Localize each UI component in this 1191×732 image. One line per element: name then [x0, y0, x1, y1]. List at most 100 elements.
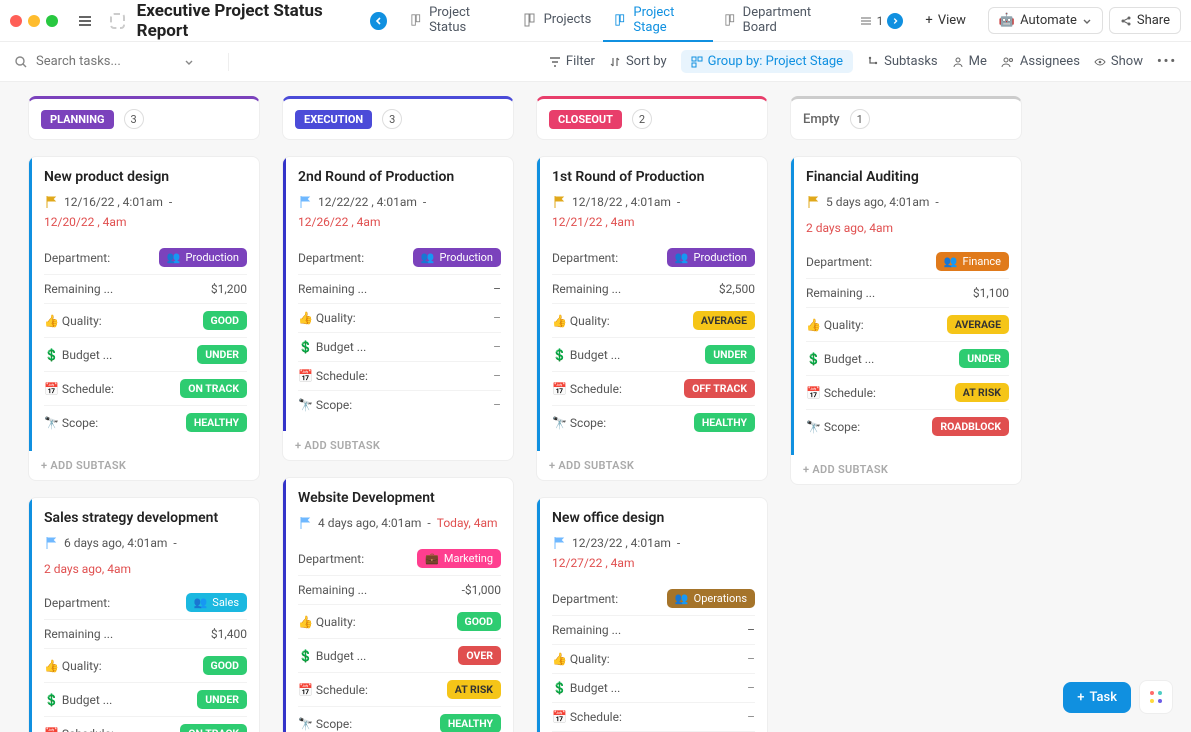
task-card[interactable]: New office design 12/23/22 , 4:01am - 12…: [536, 497, 768, 732]
column-title: Empty: [803, 112, 840, 127]
field-row: 📅 Schedule: AT RISK: [298, 673, 501, 707]
chevron-right-icon: [887, 13, 903, 29]
floating-actions: + Task: [1063, 680, 1173, 714]
due-date: Today, 4am: [437, 516, 498, 530]
minimize-window-button[interactable]: [28, 15, 40, 27]
department-icon: 👥: [167, 251, 181, 264]
view-tab[interactable]: Project Status: [399, 0, 512, 42]
groupby-button[interactable]: Group by: Project Stage: [681, 50, 853, 73]
department-icon: 👥: [421, 251, 435, 264]
task-card[interactable]: 2nd Round of Production 12/22/22 , 4:01a…: [282, 156, 514, 461]
field-label: 👍 Quality:: [298, 311, 356, 325]
due-date: 12/26/22 , 4am: [298, 215, 380, 229]
close-window-button[interactable]: [10, 15, 22, 27]
eye-icon: [1094, 56, 1106, 68]
status-pill: AVERAGE: [947, 315, 1009, 334]
date-row: 5 days ago, 4:01am -: [806, 195, 1009, 209]
chevron-down-icon[interactable]: [184, 57, 194, 67]
add-subtask-button[interactable]: + ADD SUBTASK: [283, 431, 513, 460]
task-title: New office design: [552, 510, 755, 526]
field-label: 🔭 Scope:: [298, 717, 352, 731]
apps-icon: [1148, 689, 1164, 705]
new-task-button[interactable]: + Task: [1063, 682, 1131, 713]
field-row: 👍 Quality: AVERAGE: [806, 308, 1009, 342]
more-options-button[interactable]: •••: [1157, 54, 1177, 69]
task-card[interactable]: Website Development 4 days ago, 4:01am -…: [282, 477, 514, 732]
filter-button[interactable]: Filter: [549, 54, 595, 69]
date-row: 4 days ago, 4:01am - Today, 4am: [298, 516, 501, 530]
task-card[interactable]: 1st Round of Production 12/18/22 , 4:01a…: [536, 156, 768, 481]
task-card[interactable]: New product design 12/16/22 , 4:01am - 1…: [28, 156, 260, 481]
remaining-value: –: [747, 623, 755, 637]
overdue-date: 2 days ago, 4am: [44, 562, 247, 576]
field-row: 👍 Quality: –: [298, 304, 501, 333]
date-row: 6 days ago, 4:01am -: [44, 536, 247, 550]
department-icon: 👥: [675, 592, 689, 605]
more-views-button[interactable]: 1: [853, 13, 910, 29]
column-count: 3: [124, 109, 144, 129]
task-card[interactable]: Sales strategy development 6 days ago, 4…: [28, 497, 260, 732]
department-icon: 👥: [194, 596, 208, 609]
field-label: 🔭 Scope:: [298, 398, 352, 412]
assignees-button[interactable]: Assignees: [1001, 54, 1080, 69]
status-pill: OVER: [458, 646, 501, 665]
field-row: Remaining ... $1,100: [806, 279, 1009, 308]
status-pill: HEALTHY: [440, 714, 501, 732]
department-badge: 💼Marketing: [417, 549, 501, 568]
share-button[interactable]: Share: [1109, 7, 1181, 34]
field-row: 👍 Quality: GOOD: [44, 649, 247, 683]
me-button[interactable]: Me: [952, 54, 987, 69]
flag-icon: [806, 195, 820, 209]
field-label: 📅 Schedule:: [552, 710, 622, 724]
field-label: Remaining ...: [44, 627, 113, 641]
back-nav-button[interactable]: [370, 12, 387, 30]
column-header[interactable]: Empty 1: [790, 96, 1022, 140]
empty-value: –: [493, 398, 501, 412]
add-view-button[interactable]: + View: [915, 8, 976, 33]
field-row: Remaining ... $1,400: [44, 620, 247, 649]
search-input[interactable]: [36, 54, 176, 69]
view-tab[interactable]: Project Stage: [603, 0, 712, 42]
status-pill: UNDER: [197, 345, 247, 364]
subtask-icon: [867, 56, 879, 68]
field-row: 💲 Budget ... UNDER: [806, 342, 1009, 376]
field-label: 👍 Quality:: [552, 652, 610, 666]
field-label: Remaining ...: [806, 286, 875, 300]
view-tabs: Project StatusProjectsProject StageDepar…: [399, 0, 847, 42]
column-header[interactable]: PLANNING 3: [28, 96, 260, 140]
column-header[interactable]: CLOSEOUT 2: [536, 96, 768, 140]
column-header[interactable]: EXECUTION 3: [282, 96, 514, 140]
view-tab[interactable]: Projects: [512, 0, 604, 42]
status-pill: UNDER: [959, 349, 1009, 368]
add-subtask-button[interactable]: + ADD SUBTASK: [791, 455, 1021, 484]
status-pill: GOOD: [203, 656, 247, 675]
empty-value: –: [493, 369, 501, 383]
status-pill: ON TRACK: [180, 379, 247, 398]
sort-button[interactable]: Sort by: [609, 54, 667, 69]
view-tab[interactable]: Department Board: [713, 0, 847, 42]
automate-button[interactable]: 🤖 Automate: [988, 7, 1103, 34]
field-row: 💲 Budget ... –: [552, 674, 755, 703]
add-subtask-button[interactable]: + ADD SUBTASK: [29, 451, 259, 480]
task-card[interactable]: Financial Auditing 5 days ago, 4:01am - …: [790, 156, 1022, 485]
status-pill: ON TRACK: [180, 724, 247, 732]
search-field[interactable]: [14, 54, 214, 69]
menu-button[interactable]: [72, 7, 98, 35]
chevron-down-icon: [1082, 16, 1092, 26]
field-label: Remaining ...: [552, 623, 621, 637]
board-icon: [615, 13, 627, 27]
field-row: Department: 👥Sales: [44, 586, 247, 620]
people-icon: [1001, 56, 1015, 68]
subtasks-button[interactable]: Subtasks: [867, 54, 938, 69]
status-pill: UNDER: [197, 690, 247, 709]
task-title: Website Development: [298, 490, 501, 506]
apps-button[interactable]: [1139, 680, 1173, 714]
department-badge: 👥Finance: [936, 252, 1009, 271]
add-view-label: View: [938, 13, 966, 28]
maximize-window-button[interactable]: [46, 15, 58, 27]
task-title: 2nd Round of Production: [298, 169, 501, 185]
field-row: Remaining ... $2,500: [552, 275, 755, 304]
field-label: 💲 Budget ...: [44, 693, 112, 707]
show-button[interactable]: Show: [1094, 54, 1143, 69]
add-subtask-button[interactable]: + ADD SUBTASK: [537, 451, 767, 480]
